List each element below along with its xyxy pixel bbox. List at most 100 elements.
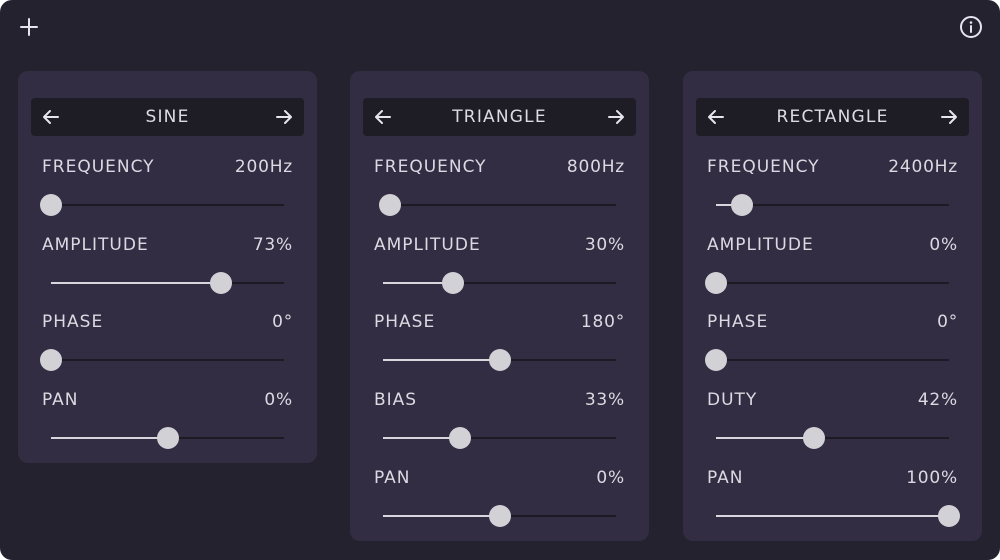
add-button[interactable] [15,13,43,41]
param-bias: BIAS 33% [350,390,649,460]
slider-thumb[interactable] [938,505,960,527]
slider-thumb[interactable] [448,427,471,449]
next-waveform-button[interactable] [604,105,628,129]
next-waveform-button[interactable] [937,105,961,129]
param-value: 180° [580,312,625,332]
param-label: DUTY [707,390,758,410]
pan-slider[interactable] [51,426,284,450]
slider-fill [383,359,500,361]
param-pan: PAN 0% [350,468,649,538]
param-value: 0° [272,312,293,332]
param-label: AMPLITUDE [42,235,149,255]
slider-thumb[interactable] [705,272,727,294]
plus-icon [20,18,38,36]
slider-thumb[interactable] [378,194,401,216]
slider-thumb[interactable] [730,194,753,216]
arrow-right-icon [276,110,292,124]
param-label: FREQUENCY [42,157,155,177]
param-value: 73% [252,235,293,255]
slider-thumb[interactable] [441,272,464,294]
arrow-right-icon [941,110,957,124]
param-label: PAN [374,468,411,488]
frequency-slider[interactable] [40,193,284,217]
slider-track [51,359,284,361]
duty-slider[interactable] [716,426,949,450]
param-value: 33% [584,390,625,410]
param-label: AMPLITUDE [374,235,481,255]
param-pan: PAN 100% [683,468,982,538]
slider-track [51,204,284,206]
slider-track [716,282,949,284]
slider-fill [383,515,500,517]
param-value: 30% [584,235,625,255]
waveform-selector: TRIANGLE [363,98,636,136]
slider-fill [51,437,168,439]
slider-fill [51,282,222,284]
param-frequency: FREQUENCY 800Hz [350,157,649,227]
param-label: AMPLITUDE [707,235,814,255]
phase-slider[interactable] [40,348,284,372]
slider-thumb[interactable] [488,349,511,371]
panel-sine: SINE FREQUENCY 200Hz AMPLITUDE 73% PHASE… [18,71,317,463]
waveform-name: TRIANGLE [452,107,547,127]
param-label: FREQUENCY [707,157,820,177]
waveform-selector: RECTANGLE [696,98,969,136]
slider-track [383,204,616,206]
param-value: 2400Hz [888,157,958,177]
pan-slider[interactable] [383,504,616,528]
slider-thumb[interactable] [705,349,727,371]
phase-slider[interactable] [383,348,616,372]
info-button[interactable] [957,13,985,41]
slider-fill [716,437,814,439]
param-label: PHASE [374,312,436,332]
param-frequency: FREQUENCY 200Hz [18,157,317,227]
param-value: 0° [937,312,958,332]
param-label: BIAS [374,390,418,410]
slider-thumb[interactable] [210,272,233,294]
prev-waveform-button[interactable] [371,105,395,129]
next-waveform-button[interactable] [272,105,296,129]
info-icon [960,16,982,38]
param-value: 100% [906,468,958,488]
slider-thumb[interactable] [488,505,511,527]
param-value: 0% [929,235,958,255]
amplitude-slider[interactable] [705,271,949,295]
param-label: PAN [707,468,744,488]
arrow-left-icon [43,110,59,124]
param-duty: DUTY 42% [683,390,982,460]
param-amplitude: AMPLITUDE 73% [18,235,317,305]
arrow-left-icon [708,110,724,124]
amplitude-slider[interactable] [51,271,284,295]
slider-fill [716,515,949,517]
slider-thumb[interactable] [156,427,179,449]
frequency-slider[interactable] [716,193,949,217]
slider-thumb[interactable] [802,427,825,449]
waveform-selector: SINE [31,98,304,136]
param-amplitude: AMPLITUDE 30% [350,235,649,305]
param-phase: PHASE 180° [350,312,649,382]
param-phase: PHASE 0° [683,312,982,382]
prev-waveform-button[interactable] [704,105,728,129]
param-frequency: FREQUENCY 2400Hz [683,157,982,227]
param-pan: PAN 0% [18,390,317,460]
slider-thumb[interactable] [40,194,62,216]
frequency-slider[interactable] [378,193,616,217]
app-window: SINE FREQUENCY 200Hz AMPLITUDE 73% PHASE… [0,0,1000,560]
phase-slider[interactable] [705,348,949,372]
arrow-left-icon [375,110,391,124]
prev-waveform-button[interactable] [39,105,63,129]
param-label: PHASE [707,312,769,332]
bias-slider[interactable] [383,426,616,450]
param-label: PAN [42,390,79,410]
pan-slider[interactable] [716,504,960,528]
amplitude-slider[interactable] [383,271,616,295]
param-value: 0% [264,390,293,410]
param-value: 42% [917,390,958,410]
panel-rectangle: RECTANGLE FREQUENCY 2400Hz AMPLITUDE 0% [683,71,982,541]
waveform-name: SINE [145,107,190,127]
param-label: PHASE [42,312,104,332]
param-amplitude: AMPLITUDE 0% [683,235,982,305]
slider-track [716,359,949,361]
slider-thumb[interactable] [40,349,62,371]
param-label: FREQUENCY [374,157,487,177]
